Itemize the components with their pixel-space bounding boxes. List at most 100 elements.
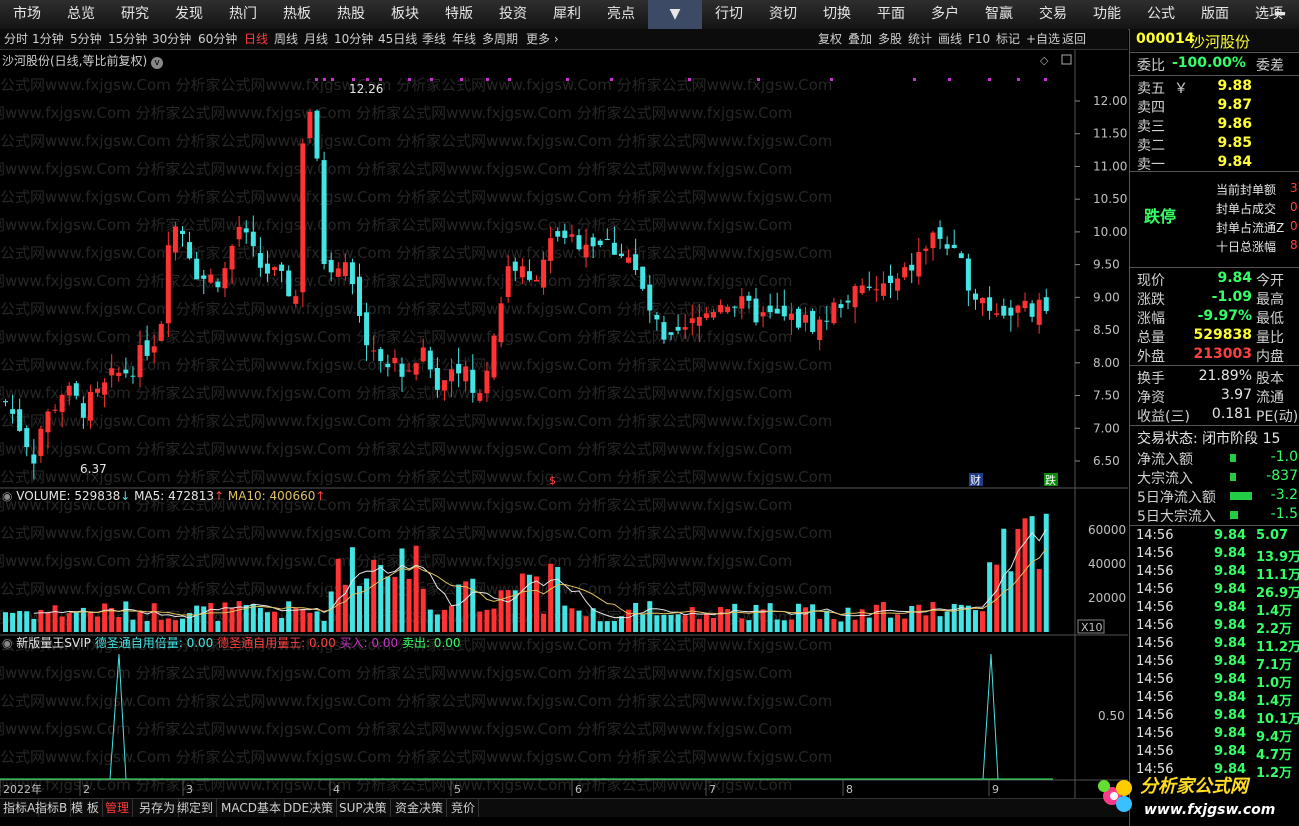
diamond-icon[interactable]: ◇ — [1040, 54, 1049, 67]
top-menu-item[interactable]: ▼ — [648, 0, 702, 29]
tick-row[interactable]: 14:56 9.84 13.9万 — [1130, 546, 1299, 565]
indicator-tab-1[interactable]: 指标B — [32, 799, 72, 817]
candle-body — [590, 237, 596, 247]
top-menu-item[interactable]: 犀利 — [540, 0, 594, 29]
stat-row-3: 总量 529838 量比 — [1130, 327, 1299, 346]
top-menu-item[interactable]: 平面 — [864, 0, 918, 29]
indicator-tab-8[interactable]: SUP决策 — [336, 799, 391, 817]
top-menu-item[interactable]: 切换 — [810, 0, 864, 29]
toolbar-right-6[interactable]: 标记 — [996, 29, 1020, 49]
toolbar-right-1[interactable]: 叠加 — [848, 29, 872, 49]
top-menu-item[interactable]: 热股 — [324, 0, 378, 29]
top-menu-item[interactable]: 热板 — [270, 0, 324, 29]
top-menu-item[interactable]: 特版 — [432, 0, 486, 29]
top-menu-item[interactable]: 功能 — [1080, 0, 1134, 29]
toolbar-right-0[interactable]: 复权 — [818, 29, 842, 49]
top-menu-item[interactable]: 资切 — [756, 0, 810, 29]
candle-body — [1043, 297, 1049, 311]
fund-value: 3.97 — [1220, 387, 1252, 403]
stat-label: 现价 — [1137, 273, 1165, 289]
toolbar-right-8[interactable]: 返回 — [1062, 29, 1086, 49]
candle-body — [611, 242, 617, 255]
indicator-tab-4[interactable]: 另存为 — [136, 799, 180, 817]
ask-row-2: 卖三 9.86 — [1130, 116, 1299, 135]
period-3[interactable]: 15分钟 — [108, 29, 147, 49]
period-5[interactable]: 60分钟 — [198, 29, 237, 49]
toolbar-right-5[interactable]: F10 — [968, 29, 990, 49]
toolbar-right-3[interactable]: 统计 — [908, 29, 932, 49]
volume-bar — [151, 603, 157, 632]
period-10[interactable]: 45日线 — [378, 29, 417, 49]
top-menu-item[interactable]: 行切 — [702, 0, 756, 29]
top-menu-item[interactable]: 版面 — [1188, 0, 1242, 29]
tick-row[interactable]: 14:56 9.84 11.2万 — [1130, 636, 1299, 655]
toolbar-right-4[interactable]: 画线 — [938, 29, 962, 49]
tick-row[interactable]: 14:56 9.84 2.2万 — [1130, 618, 1299, 637]
indicator-tab-10[interactable]: 竞价 — [448, 799, 480, 817]
panel-maximize-icon[interactable] — [1061, 54, 1072, 65]
top-menu-item[interactable]: 交易 — [1026, 0, 1080, 29]
back-arrow-icon[interactable]: ⬅ — [1262, 0, 1298, 29]
tick-row[interactable]: 14:56 9.84 1.4万 — [1130, 690, 1299, 709]
volume-bar — [661, 614, 667, 632]
tick-row[interactable]: 14:56 9.84 11.1万 — [1130, 564, 1299, 583]
period-11[interactable]: 季线 — [422, 29, 446, 49]
indicator-tab-7[interactable]: DDE决策 — [280, 799, 338, 817]
indicator-tab-3[interactable]: 管理 — [102, 799, 134, 817]
indicator-tab-6[interactable]: MACD基本 — [218, 799, 285, 817]
ask-price: 9.85 — [1217, 135, 1252, 151]
period-9[interactable]: 10分钟 — [334, 29, 373, 49]
indicator-tab-9[interactable]: 资金决策 — [392, 799, 448, 817]
event-marker-s[interactable]: $ — [549, 474, 556, 487]
indicator-tab-5[interactable]: 绑定到 — [174, 799, 218, 817]
period-12[interactable]: 年线 — [452, 29, 476, 49]
candle-body — [66, 385, 72, 396]
fund-row-1: 净资 3.97 流通 — [1130, 387, 1299, 406]
period-13[interactable]: 多周期 — [482, 29, 518, 49]
tick-row[interactable]: 14:56 9.84 1.4万 — [1130, 600, 1299, 619]
top-menu-item[interactable]: 智赢 — [972, 0, 1026, 29]
candle-body — [668, 332, 674, 335]
price-chart[interactable]: 公式网www.fxjgsw.Com 分析家公式网www.fxjgsw.Com 分… — [0, 50, 1128, 810]
period-7[interactable]: 周线 — [274, 29, 298, 49]
indicator-header[interactable]: ◉ 新版量王SVIP 德圣通自用倍量: 0.00 德圣通自用量王: 0.00 买… — [2, 635, 461, 650]
top-menu-item[interactable]: 多户 — [918, 0, 972, 29]
candle-body — [477, 393, 483, 401]
period-14[interactable]: 更多 › — [526, 29, 559, 49]
tick-row[interactable]: 14:56 9.84 26.9万 — [1130, 582, 1299, 601]
candle-body — [80, 403, 86, 418]
candle-body — [385, 363, 391, 368]
tick-row[interactable]: 14:56 9.84 5.07 — [1130, 528, 1299, 546]
flow-row-1: 大宗流入 -837 — [1130, 468, 1299, 487]
indicator-tab-2[interactable]: 模 板 — [68, 799, 103, 817]
volume-bar — [817, 618, 823, 632]
period-6[interactable]: 日线 — [244, 29, 268, 49]
period-4[interactable]: 30分钟 — [152, 29, 191, 49]
volume-bar — [59, 616, 65, 632]
tick-row[interactable]: 14:56 9.84 10.1万 — [1130, 708, 1299, 727]
toolbar-right-7[interactable]: +自选 — [1026, 29, 1060, 49]
toolbar-right-2[interactable]: 多股 — [878, 29, 902, 49]
top-menu-item[interactable]: 亮点 — [594, 0, 648, 29]
period-8[interactable]: 月线 — [304, 29, 328, 49]
period-0[interactable]: 分时 — [4, 29, 28, 49]
candle-body — [378, 349, 384, 362]
period-2[interactable]: 5分钟 — [70, 29, 102, 49]
top-menu-item[interactable]: 市场 — [0, 0, 54, 29]
tick-row[interactable]: 14:56 9.84 9.4万 — [1130, 726, 1299, 745]
tick-row[interactable]: 14:56 9.84 4.7万 — [1130, 744, 1299, 763]
top-menu-item[interactable]: 总览 — [54, 0, 108, 29]
top-menu-item[interactable]: 投资 — [486, 0, 540, 29]
tick-row[interactable]: 14:56 9.84 1.0万 — [1130, 672, 1299, 691]
volume-bar — [420, 588, 426, 632]
separator — [1130, 267, 1299, 268]
tick-row[interactable]: 14:56 9.84 7.1万 — [1130, 654, 1299, 673]
stat-row-2: 涨幅 -9.97% 最低 — [1130, 308, 1299, 327]
top-menu-item[interactable]: 发现 — [162, 0, 216, 29]
top-menu-item[interactable]: 公式 — [1134, 0, 1188, 29]
top-menu-item[interactable]: 热门 — [216, 0, 270, 29]
top-menu-item[interactable]: 研究 — [108, 0, 162, 29]
top-menu-item[interactable]: 板块 — [378, 0, 432, 29]
candle-body — [930, 232, 936, 249]
period-1[interactable]: 1分钟 — [32, 29, 64, 49]
